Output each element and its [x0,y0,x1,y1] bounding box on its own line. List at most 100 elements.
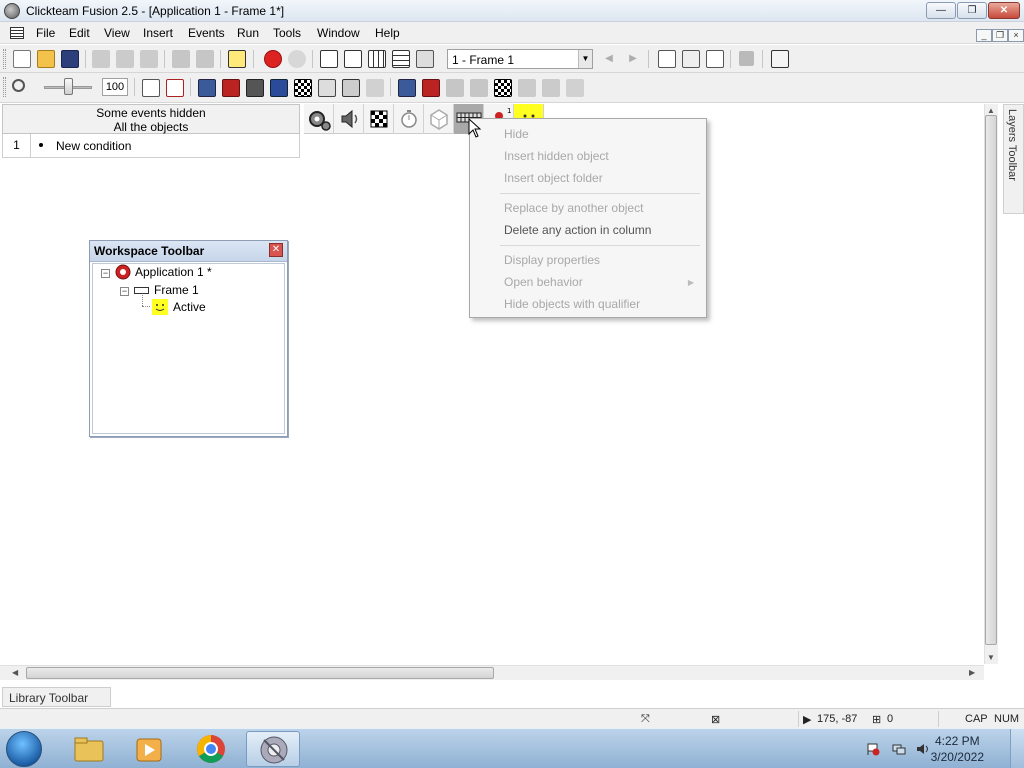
zoom-value-field[interactable]: 100 [102,78,128,96]
insert-event-icon[interactable] [658,50,676,68]
highlight-grid-icon[interactable] [566,79,584,97]
highlight-movement-icon[interactable] [542,79,560,97]
event-editor-icon[interactable] [368,50,386,68]
storyboard-editor-icon[interactable] [320,50,338,68]
menu-file[interactable]: File [36,26,55,40]
horizontal-scrollbar-thumb[interactable] [26,667,494,679]
frame-editor-icon[interactable] [344,50,362,68]
filter-movement-icon[interactable] [342,79,360,97]
layers-toolbar-tab[interactable]: Layers Toolbar [1003,104,1024,214]
menu-run[interactable]: Run [237,26,259,40]
vertical-scrollbar-thumb[interactable] [985,115,997,645]
filter-checker-icon[interactable] [294,79,312,97]
file-explorer-taskbar-button[interactable] [62,731,116,767]
mdi-close-button[interactable]: × [1008,29,1024,42]
insert-group-icon[interactable] [706,50,724,68]
menu-item-hide[interactable]: Hide [504,127,529,141]
menu-item-delete-action-in-column[interactable]: Delete any action in column [504,223,651,237]
collapse-application-icon[interactable]: − [101,269,110,278]
menu-item-insert-hidden-object[interactable]: Insert hidden object [504,149,609,163]
toolbar-grip[interactable] [3,77,6,97]
build-icon[interactable] [771,50,789,68]
chevron-down-icon[interactable]: ▼ [578,50,592,68]
tree-frame[interactable]: Frame 1 [154,283,199,297]
highlight-qualifier-icon[interactable] [446,79,464,97]
scroll-up-icon[interactable]: ▲ [987,106,995,115]
collapse-frame-icon[interactable]: − [120,287,129,296]
zoom-magnifier-icon[interactable] [12,79,25,92]
menu-tools[interactable]: Tools [273,26,301,40]
scroll-left-icon[interactable]: ◀ [12,668,18,677]
timer-column[interactable] [394,104,424,134]
undo-icon[interactable] [172,50,190,68]
workspace-toolbar-header[interactable]: Workspace Toolbar ✕ [90,241,287,262]
maximize-button[interactable]: ❐ [957,2,987,19]
volume-icon[interactable] [916,742,930,756]
menu-window[interactable]: Window [317,26,360,40]
open-folder-icon[interactable] [37,50,55,68]
back-arrow-icon[interactable] [264,50,282,68]
new-condition-label[interactable]: New condition [56,139,131,153]
events-list-icon[interactable] [142,79,160,97]
network-icon[interactable] [892,742,906,756]
mdi-restore-button[interactable]: ❐ [992,29,1008,42]
media-player-taskbar-button[interactable] [122,731,176,767]
filter-system-objects-icon[interactable] [198,79,216,97]
event-list-red-icon[interactable] [166,79,184,97]
forward-arrow-icon[interactable] [288,50,306,68]
highlight-text-icon[interactable] [470,79,488,97]
paste-icon[interactable] [140,50,158,68]
storyboard-column[interactable] [364,104,394,134]
filter-qualifier-icon[interactable] [246,79,264,97]
menu-item-open-behavior[interactable]: Open behavior [504,275,583,289]
menu-item-hide-objects-with-qualifier[interactable]: Hide objects with qualifier [504,297,640,311]
next-frame-icon[interactable]: ▶ [624,50,642,68]
taskbar-clock[interactable]: 4:22 PM 3/20/2022 [931,733,984,765]
create-objects-column[interactable] [424,104,454,134]
menu-item-replace-object[interactable]: Replace by another object [504,201,643,215]
stop-icon[interactable] [739,51,754,66]
filter-text-icon[interactable] [270,79,288,97]
previous-frame-icon[interactable]: ◀ [600,50,618,68]
event-row[interactable]: 1 New condition [2,134,300,158]
menu-insert[interactable]: Insert [143,26,173,40]
redo-icon[interactable] [196,50,214,68]
highlight-red-icon[interactable] [422,79,440,97]
clickteam-taskbar-button[interactable] [246,731,300,767]
filter-red-icon[interactable] [222,79,240,97]
menu-item-display-properties[interactable]: Display properties [504,253,600,267]
insert-comment-icon[interactable] [682,50,700,68]
tree-application[interactable]: Application 1 * [135,265,212,279]
data-elements-icon[interactable] [416,50,434,68]
new-file-icon[interactable] [13,50,31,68]
windows-start-button[interactable] [6,731,42,767]
clickteam-app-icon[interactable] [4,3,20,19]
document-menu-icon[interactable] [10,27,24,39]
save-icon[interactable] [61,50,79,68]
toolbar-grip[interactable] [3,49,6,69]
copy-icon[interactable] [116,50,134,68]
menu-item-insert-object-folder[interactable]: Insert object folder [504,171,603,185]
filter-sprite-icon[interactable] [318,79,336,97]
special-object-column[interactable] [304,104,334,134]
highlight-checker-icon[interactable] [494,79,512,97]
frame-select[interactable]: 1 - Frame 1 ▼ [447,49,593,69]
menu-view[interactable]: View [104,26,130,40]
filter-grid-icon[interactable] [366,79,384,97]
minimize-button[interactable]: — [926,2,956,19]
mdi-minimize-button[interactable]: _ [976,29,992,42]
sound-column[interactable] [334,104,364,134]
chrome-taskbar-button[interactable] [184,731,238,767]
help-icon[interactable] [228,50,246,68]
menu-edit[interactable]: Edit [69,26,90,40]
tree-active-object[interactable]: Active [173,300,206,314]
scroll-down-icon[interactable]: ▼ [987,653,995,662]
highlight-system-objects-icon[interactable] [398,79,416,97]
menu-events[interactable]: Events [188,26,225,40]
close-button[interactable]: ✕ [988,2,1020,19]
close-icon[interactable]: ✕ [269,243,283,257]
library-toolbar-tab[interactable]: Library Toolbar [2,687,111,707]
menu-help[interactable]: Help [375,26,400,40]
action-center-flag-icon[interactable] [866,742,880,756]
event-list-editor-icon[interactable] [392,50,410,68]
